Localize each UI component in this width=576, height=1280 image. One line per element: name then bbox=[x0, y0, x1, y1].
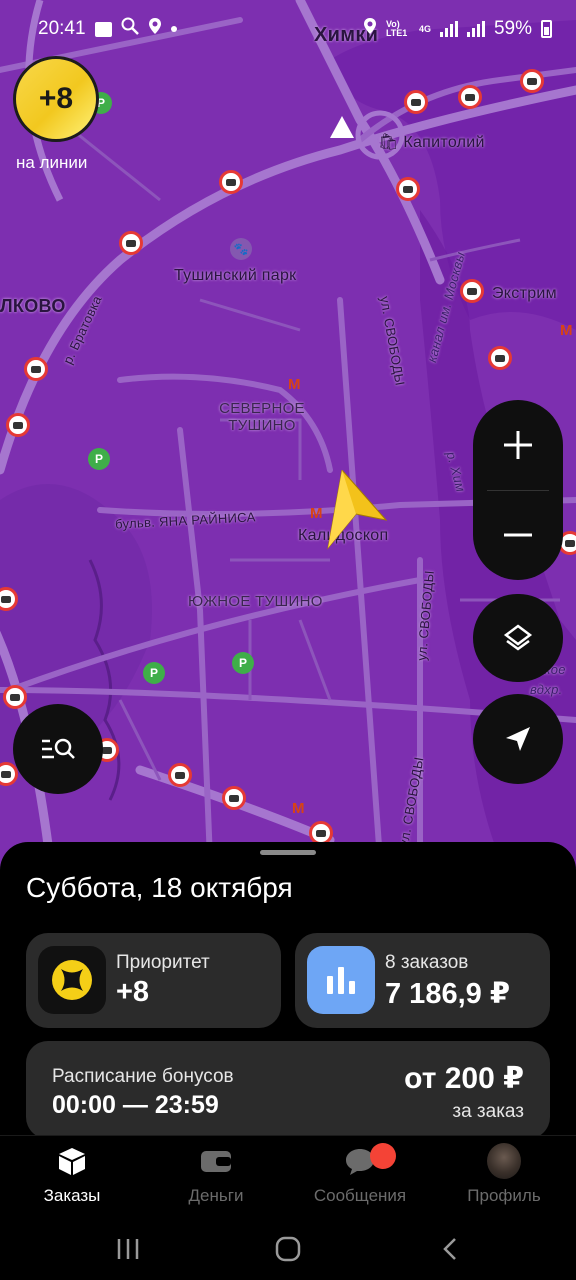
camera-icon bbox=[488, 346, 512, 370]
battery-percent: 59% bbox=[493, 18, 532, 39]
notification-dot-icon bbox=[170, 26, 177, 32]
tab-orders[interactable]: Заказы bbox=[0, 1144, 144, 1214]
tab-profile[interactable]: Профиль bbox=[432, 1143, 576, 1214]
orders-earnings: 7 186,9 ₽ bbox=[385, 978, 510, 1010]
bonus-schedule-card[interactable]: Расписание бонусов 00:00 — 23:59 от 200 … bbox=[26, 1041, 550, 1139]
parking-icon: P bbox=[232, 652, 254, 674]
network-type-label: 4G bbox=[418, 23, 431, 34]
layers-button[interactable] bbox=[473, 594, 563, 682]
priority-badge[interactable]: +8 bbox=[13, 56, 99, 142]
map-label-tushinsky-park: Тушинский парк bbox=[174, 267, 297, 284]
camera-icon bbox=[404, 90, 428, 114]
tab-money-label: Деньги bbox=[188, 1186, 244, 1205]
bottom-tab-bar: Заказы Деньги Сообщения Профиль bbox=[0, 1135, 576, 1215]
home-icon bbox=[275, 1236, 301, 1262]
wallet-icon bbox=[199, 1144, 233, 1178]
minus-icon bbox=[504, 533, 532, 537]
status-time: 20:41 bbox=[38, 18, 86, 39]
bar-chart-icon bbox=[307, 946, 375, 1014]
current-location-arrow-icon bbox=[327, 470, 388, 550]
metro-icon: M bbox=[292, 800, 305, 817]
priority-card[interactable]: Приоритет +8 bbox=[26, 933, 281, 1028]
map-label-extrim: Экстрим bbox=[492, 285, 557, 302]
tab-orders-label: Заказы bbox=[43, 1186, 101, 1205]
camera-icon bbox=[396, 177, 420, 201]
camera-icon bbox=[3, 685, 27, 709]
gallery-icon bbox=[94, 21, 112, 37]
back-button[interactable] bbox=[432, 1231, 468, 1267]
plus-icon bbox=[504, 431, 532, 459]
parking-icon: P bbox=[143, 662, 165, 684]
my-location-button[interactable] bbox=[473, 694, 563, 784]
bonus-schedule-time: 00:00 — 23:59 bbox=[52, 1091, 219, 1119]
priority-value: +8 bbox=[116, 976, 150, 1008]
metro-icon: M bbox=[288, 376, 301, 393]
metro-icon: M bbox=[560, 322, 573, 339]
camera-icon bbox=[460, 279, 484, 303]
map-label-capitol: 🛍 Капитолий bbox=[378, 134, 485, 151]
metro-icon: M bbox=[310, 505, 323, 522]
avatar bbox=[487, 1143, 521, 1179]
location-icon bbox=[148, 17, 162, 41]
camera-icon bbox=[222, 786, 246, 810]
volte-label: Vo) LTE1 bbox=[385, 19, 408, 38]
unread-messages-badge bbox=[370, 1143, 396, 1169]
location-icon bbox=[363, 17, 377, 41]
search-icon bbox=[121, 17, 139, 41]
system-navigation-bar bbox=[0, 1215, 576, 1280]
tab-profile-label: Профиль bbox=[467, 1186, 541, 1205]
signal-icon bbox=[466, 21, 485, 37]
orders-card[interactable]: 8 заказов 7 186,9 ₽ bbox=[295, 933, 550, 1028]
sheet-drag-handle[interactable] bbox=[260, 850, 316, 855]
order-search-button[interactable] bbox=[13, 704, 103, 794]
priority-icon bbox=[38, 946, 106, 1014]
battery-icon bbox=[541, 20, 552, 38]
back-icon bbox=[443, 1238, 456, 1260]
map-label-severnoe-tushino: СЕВЕРНОЕ ТУШИНО bbox=[219, 400, 305, 434]
camera-icon bbox=[458, 85, 482, 109]
date-title: Суббота, 18 октября bbox=[26, 872, 293, 903]
camera-icon bbox=[168, 763, 192, 787]
online-status-label: на линии bbox=[16, 153, 88, 172]
signal-icon bbox=[439, 21, 458, 37]
home-button[interactable] bbox=[270, 1231, 306, 1267]
bonus-amount: от 200 ₽ bbox=[404, 1062, 524, 1095]
navigation-arrow-icon bbox=[506, 727, 530, 751]
list-search-icon bbox=[42, 738, 75, 759]
map-label-yuzhnoe-tushino: ЮЖНОЕ ТУШИНО bbox=[188, 593, 323, 610]
bonus-per-order: за заказ bbox=[452, 1101, 524, 1122]
recent-apps-icon bbox=[117, 1239, 139, 1259]
map-view[interactable]: Химки 🛍 Капитолий Тушинский парк 🐾 Экстр… bbox=[0, 0, 576, 870]
camera-icon bbox=[6, 413, 30, 437]
bottom-sheet: Суббота, 18 октября Приоритет +8 8 заказ… bbox=[0, 842, 576, 1142]
recent-apps-button[interactable] bbox=[110, 1231, 146, 1267]
tab-messages-label: Сообщения bbox=[313, 1186, 407, 1205]
camera-icon bbox=[520, 69, 544, 93]
camera-icon bbox=[24, 357, 48, 381]
priority-label: Приоритет bbox=[116, 952, 210, 973]
zoom-out-button[interactable] bbox=[473, 490, 563, 580]
bonus-schedule-title: Расписание бонусов bbox=[52, 1066, 234, 1087]
parking-icon: P bbox=[88, 448, 110, 470]
tab-messages[interactable]: Сообщения bbox=[288, 1144, 432, 1214]
status-bar: 20:41 Vo) LTE1 4G 59% bbox=[0, 0, 576, 58]
roadworks-icon bbox=[330, 116, 354, 138]
map-label-district-fragment: ЛКОВО bbox=[0, 296, 66, 316]
tab-money[interactable]: Деньги bbox=[144, 1144, 288, 1214]
zoom-in-button[interactable] bbox=[473, 400, 563, 490]
zoom-controls bbox=[473, 400, 563, 580]
shopping-icon: 🛍 bbox=[378, 134, 404, 151]
camera-icon bbox=[119, 231, 143, 255]
layers-icon bbox=[503, 624, 533, 651]
camera-icon bbox=[219, 170, 243, 194]
box-icon bbox=[55, 1144, 89, 1178]
paw-icon: 🐾 bbox=[230, 238, 252, 260]
orders-count-label: 8 заказов bbox=[385, 952, 469, 973]
